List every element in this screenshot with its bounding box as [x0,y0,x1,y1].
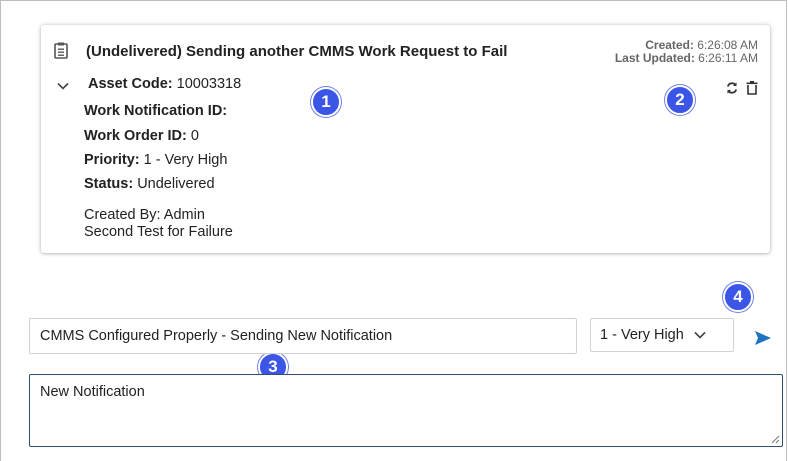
priority-select-value: 1 - Very High [600,327,684,343]
work-order-value: 0 [190,128,199,144]
updated-time: 6:26:11 AM [698,51,758,65]
chevron-down-icon [694,331,706,339]
trash-icon[interactable] [746,81,758,95]
timestamps: Created: 6:26:08 AM Last Updated: 6:26:1… [615,39,758,65]
asset-code-label: Asset Code: [88,76,173,92]
callout-badge-1: 1 [311,87,341,117]
priority-label: Priority: [84,152,140,168]
notification-body-textarea[interactable]: New Notification [29,374,783,447]
work-notification-label: Work Notification ID: [84,103,228,119]
clipboard-icon [54,42,68,59]
work-order-label: Work Order ID: [84,128,187,144]
callout-badge-2: 2 [665,85,695,115]
created-time: 6:26:08 AM [697,38,758,52]
card-meta: Created By: Admin Second Test for Failur… [84,207,233,241]
status-label: Status: [84,176,134,192]
asset-code-field: Asset Code: 10003318 [88,76,241,92]
notification-card: (Undelivered) Sending another CMMS Work … [41,25,770,253]
updated-label: Last Updated: [614,51,695,65]
priority-select[interactable]: 1 - Very High [590,318,734,352]
priority-field: Priority: 1 - Very High [84,152,227,168]
priority-value: 1 - Very High [143,152,228,168]
status-field: Status: Undelivered [84,176,215,192]
work-order-field: Work Order ID: 0 [84,128,199,144]
asset-code-value: 10003318 [176,76,242,92]
status-value: Undelivered [137,176,215,192]
work-notification-field: Work Notification ID: [84,103,227,119]
refresh-icon[interactable] [726,81,738,95]
subject-input[interactable] [29,318,577,354]
created-by: Created By: Admin [84,207,205,223]
chevron-down-icon[interactable] [57,82,69,90]
card-description: Second Test for Failure [84,224,233,240]
callout-badge-4: 4 [723,282,753,312]
send-icon[interactable] [755,331,771,345]
card-title: (Undelivered) Sending another CMMS Work … [86,43,508,60]
created-label: Created: [645,38,694,52]
resize-grip-icon[interactable] [770,434,780,444]
card-actions [726,81,758,95]
